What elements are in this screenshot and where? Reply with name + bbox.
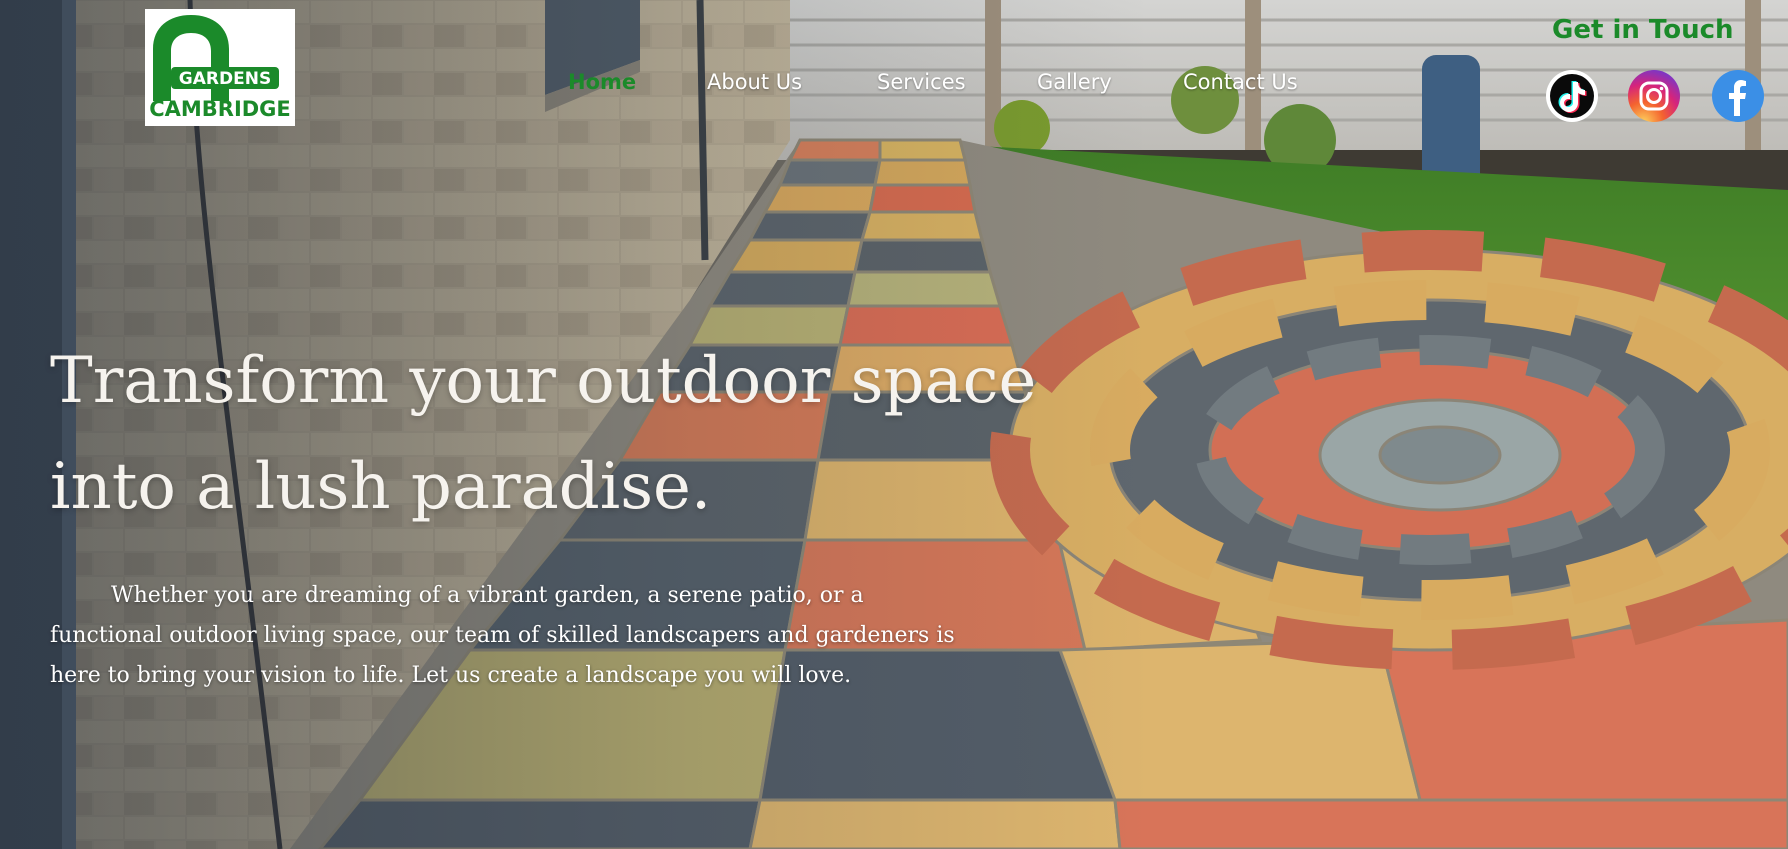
instagram-link[interactable] (1628, 70, 1680, 122)
logo[interactable]: GARDENS CAMBRIDGE (145, 9, 295, 126)
tiktok-link[interactable] (1546, 70, 1598, 122)
facebook-icon (1712, 70, 1764, 122)
nav-about-us[interactable]: About Us (707, 70, 802, 94)
hero-headline-line: Transform your outdoor space (50, 344, 1037, 418)
tiktok-icon (1546, 70, 1598, 122)
logo-text-top: GARDENS (179, 69, 271, 89)
nav-gallery[interactable]: Gallery (1037, 70, 1112, 94)
logo-mark: GARDENS CAMBRIDGE (149, 15, 291, 121)
hero-intro-text: Whether you are dreaming of a vibrant ga… (50, 576, 1050, 696)
instagram-icon (1628, 70, 1680, 122)
hero-headline: Transform your outdoor space into a lush… (50, 328, 1050, 540)
hero-headline-line: into a lush paradise. (50, 450, 712, 524)
facebook-link[interactable] (1712, 70, 1764, 122)
hero-intro-line: Whether you are dreaming of a vibrant ga… (111, 583, 864, 608)
nav-home[interactable]: Home (568, 70, 636, 94)
nav-contact-us[interactable]: Contact Us (1183, 70, 1298, 94)
hero-intro-line: here to bring your vision to life. Let u… (50, 663, 852, 688)
logo-text-bottom: CAMBRIDGE (149, 97, 291, 121)
get-in-touch-link[interactable]: Get in Touch (1552, 15, 1734, 45)
nav-services[interactable]: Services (877, 70, 966, 94)
hero-intro-line: functional outdoor living space, our tea… (50, 623, 955, 648)
